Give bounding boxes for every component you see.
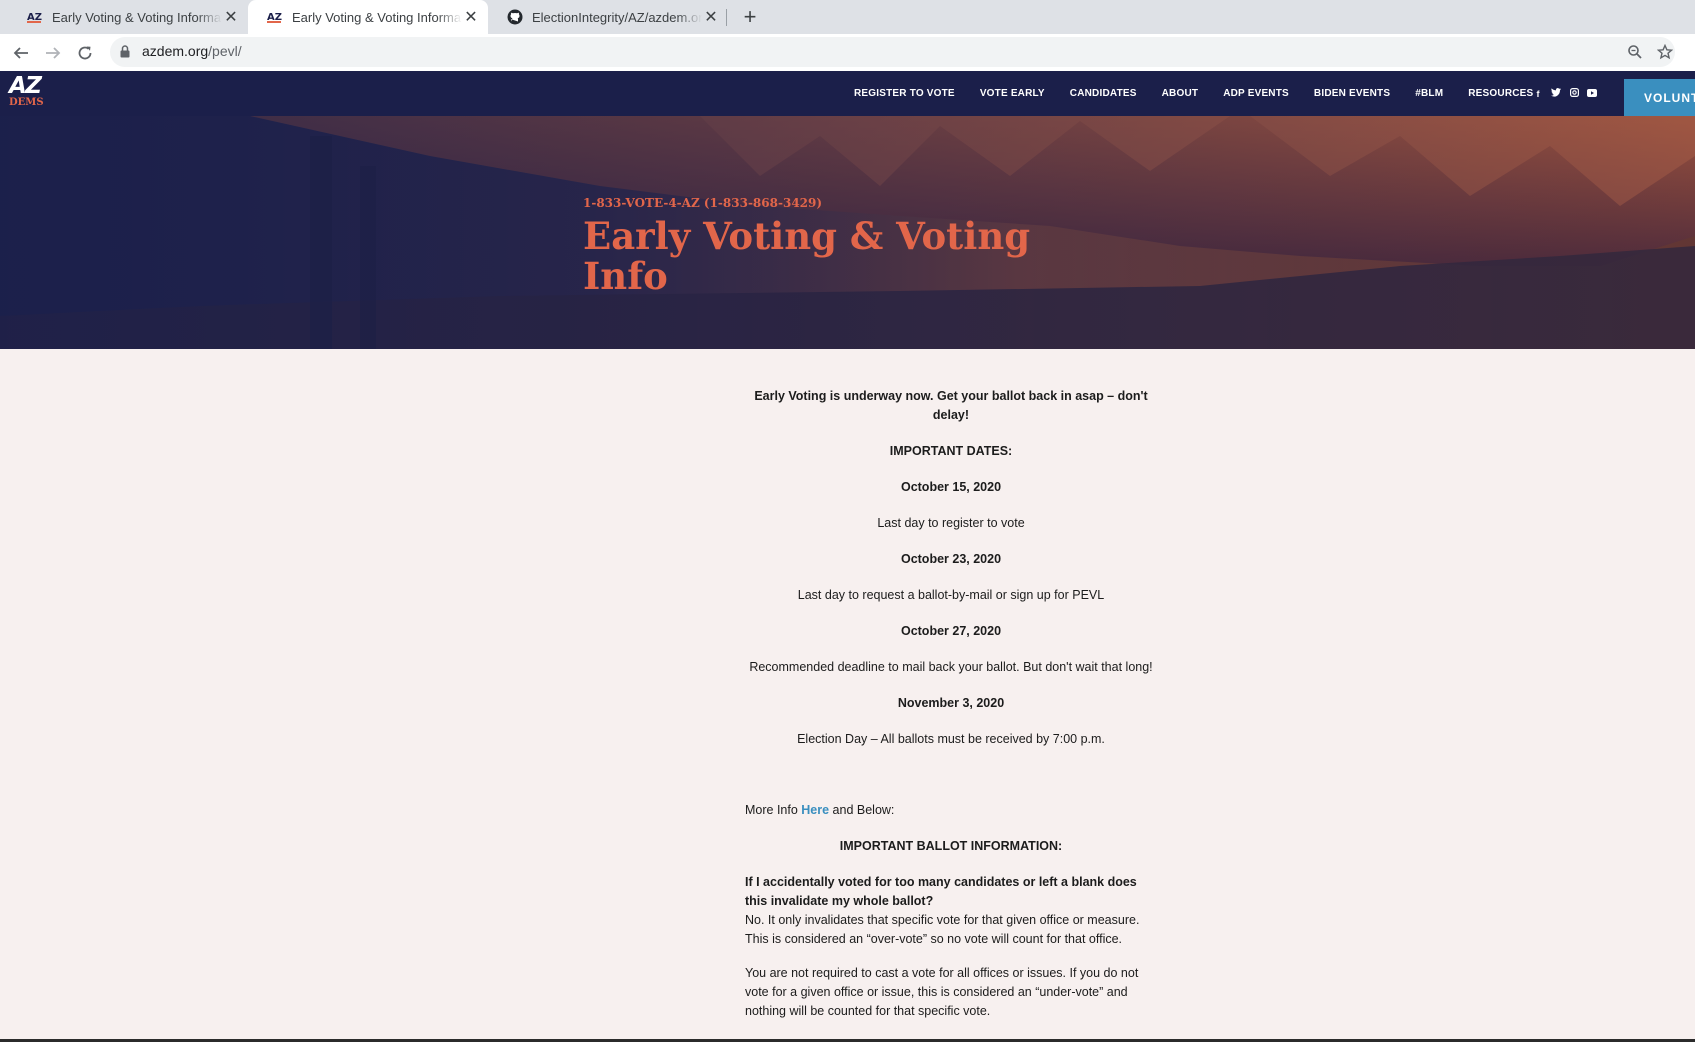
tab-title: ElectionIntegrity/AZ/azdem.org at main — [532, 9, 702, 25]
url-path: /pevl/ — [208, 43, 242, 59]
nav-biden-events[interactable]: BIDEN EVENTS — [1314, 88, 1390, 99]
nav-blm[interactable]: #BLM — [1415, 88, 1443, 99]
nav-about[interactable]: ABOUT — [1162, 88, 1199, 99]
address-bar[interactable]: azdem.org/pevl/ — [110, 37, 1675, 67]
bookmark-star-icon[interactable] — [1655, 42, 1675, 62]
main-content: Early Voting is underway now. Get your b… — [745, 387, 1157, 1021]
faq-answer: No. It only invalidates that specific vo… — [745, 913, 1140, 946]
browser-tab-2[interactable]: AZ Early Voting & Voting Information - A… — [248, 0, 488, 34]
dates-heading: IMPORTANT DATES: — [889, 444, 1013, 458]
youtube-icon[interactable] — [1587, 88, 1597, 99]
hero-phone-number[interactable]: 1-833-VOTE-4-AZ (1-833-868-3429) — [583, 196, 822, 210]
faq-paragraph: You are not required to cast a vote for … — [745, 966, 1139, 1018]
back-arrow-icon — [13, 47, 28, 59]
new-tab-button[interactable]: + — [737, 4, 763, 30]
more-info-prefix: More Info — [745, 803, 802, 817]
page-title: Early Voting & Voting Info — [583, 214, 1031, 298]
browser-toolbar: azdem.org/pevl/ — [0, 34, 1695, 72]
date-item-desc: Last day to request a ballot-by-mail or … — [797, 588, 1105, 602]
date-item-desc: Recommended deadline to mail back your b… — [749, 660, 1153, 674]
reload-button[interactable] — [72, 40, 98, 66]
url-domain: azdem.org — [142, 43, 209, 59]
zoom-icon[interactable] — [1625, 42, 1645, 62]
site-header: AZ DEMS REGISTER TO VOTE VOTE EARLY CAND… — [0, 71, 1695, 116]
twitter-icon[interactable] — [1551, 88, 1561, 99]
instagram-icon[interactable] — [1569, 88, 1579, 99]
intro-text: Early Voting is underway now. Get your b… — [754, 389, 1148, 422]
facebook-icon[interactable]: f — [1533, 89, 1543, 99]
date-item-date: October 27, 2020 — [900, 624, 1002, 638]
reload-icon — [78, 46, 92, 60]
forward-arrow-icon — [46, 47, 61, 59]
tab-title: Early Voting & Voting Information - Ariz… — [52, 9, 222, 25]
logo-az: AZ — [9, 73, 42, 99]
nav-candidates[interactable]: CANDIDATES — [1070, 88, 1137, 99]
browser-tab-strip: AZ Early Voting & Voting Information - A… — [0, 0, 1695, 34]
volunteer-button[interactable]: VOLUNT — [1624, 79, 1695, 116]
nav-adp-events[interactable]: ADP EVENTS — [1223, 88, 1289, 99]
forward-button[interactable] — [40, 40, 66, 66]
more-info-link[interactable]: Here — [801, 803, 829, 817]
tab-separator — [726, 9, 727, 26]
az-dems-favicon: AZ — [266, 10, 284, 24]
browser-tab-3[interactable]: ElectionIntegrity/AZ/azdem.org at main ✕ — [488, 0, 728, 34]
nav-vote-early[interactable]: VOTE EARLY — [980, 88, 1045, 99]
back-button[interactable] — [8, 40, 34, 66]
logo-dems: DEMS — [9, 97, 44, 108]
github-icon — [506, 9, 524, 25]
social-links: f — [1533, 71, 1605, 116]
ballot-info-heading: IMPORTANT BALLOT INFORMATION: — [839, 839, 1063, 853]
close-tab-icon[interactable]: ✕ — [222, 7, 240, 27]
nav-register-to-vote[interactable]: REGISTER TO VOTE — [854, 88, 955, 99]
main-nav: REGISTER TO VOTE VOTE EARLY CANDIDATES A… — [854, 71, 1558, 116]
tab-title: Early Voting & Voting Information - Ariz… — [292, 9, 462, 25]
browser-tab-1[interactable]: AZ Early Voting & Voting Information - A… — [8, 0, 248, 34]
date-item-date: October 15, 2020 — [900, 480, 1002, 494]
more-info-suffix: and Below: — [829, 803, 895, 817]
url-text[interactable]: azdem.org/pevl/ — [142, 43, 242, 59]
az-dems-favicon: AZ — [26, 10, 44, 24]
date-item-desc: Election Day – All ballots must be recei… — [797, 732, 1105, 746]
nav-resources[interactable]: RESOURCES — [1468, 88, 1533, 99]
date-item-date: November 3, 2020 — [897, 696, 1005, 710]
faq-question: If I accidentally voted for too many can… — [745, 875, 1137, 908]
more-info-text: More Info Here and Below: — [745, 801, 1157, 820]
lock-icon — [120, 45, 130, 63]
az-dems-logo[interactable]: AZ DEMS — [9, 75, 51, 111]
close-tab-icon[interactable]: ✕ — [462, 7, 480, 27]
hero-banner: 1-833-VOTE-4-AZ (1-833-868-3429) Early V… — [0, 116, 1695, 349]
date-item-desc: Last day to register to vote — [877, 516, 1025, 530]
date-item-date: October 23, 2020 — [900, 552, 1002, 566]
close-tab-icon[interactable]: ✕ — [702, 7, 720, 27]
